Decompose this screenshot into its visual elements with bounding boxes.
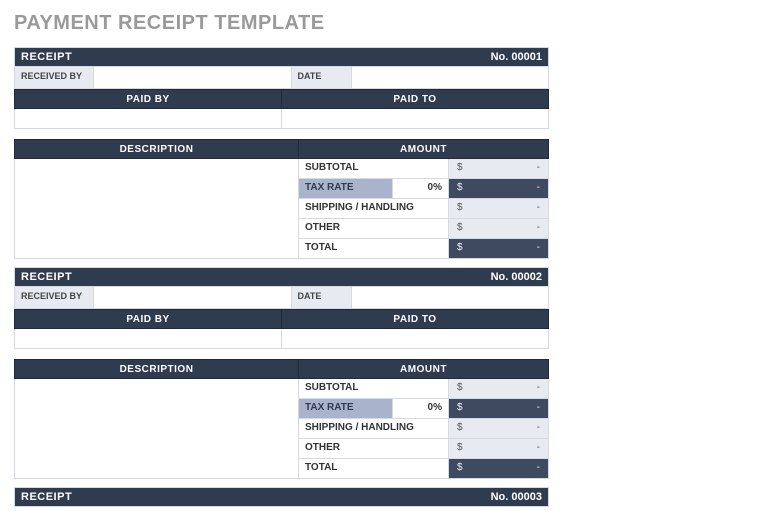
paid-header-row: PAID BY PAID TO — [14, 89, 549, 109]
paid-to-header: PAID TO — [282, 309, 549, 329]
page-title: PAYMENT RECEIPT TEMPLATE — [14, 12, 754, 35]
receipt-block: RECEIPT No. 00002 RECEIVED BY DATE PAID … — [14, 267, 549, 479]
shipping-value: $ — [449, 419, 549, 439]
shipping-line: SHIPPING / HANDLING $ — [299, 419, 549, 439]
receipt-label: RECEIPT — [15, 491, 491, 503]
receipt-header: RECEIPT No. 00003 — [14, 487, 549, 507]
subtotal-value: $ — [449, 159, 549, 179]
amount-header: AMOUNT — [299, 139, 549, 159]
shipping-label: SHIPPING / HANDLING — [299, 199, 449, 219]
receipt-number: No. 00002 — [491, 271, 548, 283]
taxrate-label: TAX RATE — [299, 399, 393, 419]
date-input[interactable] — [352, 67, 550, 89]
received-by-input[interactable] — [94, 67, 292, 89]
other-value: $ — [449, 439, 549, 459]
tax-amount: $ — [449, 399, 549, 419]
received-by-label: RECEIVED BY — [14, 67, 94, 89]
shipping-label: SHIPPING / HANDLING — [299, 419, 449, 439]
paid-to-input[interactable] — [282, 109, 549, 129]
paid-input-row — [14, 329, 549, 349]
received-by-input[interactable] — [94, 287, 292, 309]
shipping-line: SHIPPING / HANDLING $ — [299, 199, 549, 219]
date-label: DATE — [292, 287, 352, 309]
taxrate-line: TAX RATE 0% $ — [299, 399, 549, 419]
receipt-number: No. 00001 — [491, 51, 548, 63]
total-line: TOTAL $ — [299, 239, 549, 259]
taxrate-label: TAX RATE — [299, 179, 393, 199]
amount-lines: SUBTOTAL $ TAX RATE 0% $ SHIPPING / HAND… — [299, 379, 549, 479]
total-value: $ — [449, 459, 549, 479]
taxrate-input[interactable]: 0% — [393, 399, 449, 419]
other-line: OTHER $ — [299, 219, 549, 239]
amount-header: AMOUNT — [299, 359, 549, 379]
desc-amt-header: DESCRIPTION AMOUNT — [14, 359, 549, 379]
paid-by-header: PAID BY — [14, 89, 282, 109]
paid-to-header: PAID TO — [282, 89, 549, 109]
paid-header-row: PAID BY PAID TO — [14, 309, 549, 329]
subtotal-label: SUBTOTAL — [299, 159, 449, 179]
date-input[interactable] — [352, 287, 550, 309]
receipt-header: RECEIPT No. 00001 — [14, 47, 549, 67]
subtotal-line: SUBTOTAL $ — [299, 379, 549, 399]
paid-by-header: PAID BY — [14, 309, 282, 329]
taxrate-input[interactable]: 0% — [393, 179, 449, 199]
subtotal-label: SUBTOTAL — [299, 379, 449, 399]
receipt-number: No. 00003 — [491, 491, 548, 503]
receipt-label: RECEIPT — [15, 271, 491, 283]
paid-input-row — [14, 109, 549, 129]
paid-by-input[interactable] — [14, 329, 282, 349]
other-line: OTHER $ — [299, 439, 549, 459]
paid-by-input[interactable] — [14, 109, 282, 129]
total-label: TOTAL — [299, 239, 449, 259]
description-header: DESCRIPTION — [14, 359, 299, 379]
other-label: OTHER — [299, 219, 449, 239]
receipt-body: SUBTOTAL $ TAX RATE 0% $ SHIPPING / HAND… — [14, 159, 549, 259]
total-value: $ — [449, 239, 549, 259]
receipt-block: RECEIPT No. 00003 — [14, 487, 549, 507]
meta-row: RECEIVED BY DATE — [14, 287, 549, 309]
description-input[interactable] — [14, 159, 299, 259]
total-label: TOTAL — [299, 459, 449, 479]
tax-amount: $ — [449, 179, 549, 199]
total-line: TOTAL $ — [299, 459, 549, 479]
date-label: DATE — [292, 67, 352, 89]
other-label: OTHER — [299, 439, 449, 459]
receipt-header: RECEIPT No. 00002 — [14, 267, 549, 287]
meta-row: RECEIVED BY DATE — [14, 67, 549, 89]
desc-amt-header: DESCRIPTION AMOUNT — [14, 139, 549, 159]
subtotal-line: SUBTOTAL $ — [299, 159, 549, 179]
received-by-label: RECEIVED BY — [14, 287, 94, 309]
amount-lines: SUBTOTAL $ TAX RATE 0% $ SHIPPING / HAND… — [299, 159, 549, 259]
receipt-label: RECEIPT — [15, 51, 491, 63]
description-input[interactable] — [14, 379, 299, 479]
other-value: $ — [449, 219, 549, 239]
receipt-body: SUBTOTAL $ TAX RATE 0% $ SHIPPING / HAND… — [14, 379, 549, 479]
taxrate-line: TAX RATE 0% $ — [299, 179, 549, 199]
subtotal-value: $ — [449, 379, 549, 399]
description-header: DESCRIPTION — [14, 139, 299, 159]
receipt-block: RECEIPT No. 00001 RECEIVED BY DATE PAID … — [14, 47, 549, 259]
paid-to-input[interactable] — [282, 329, 549, 349]
shipping-value: $ — [449, 199, 549, 219]
